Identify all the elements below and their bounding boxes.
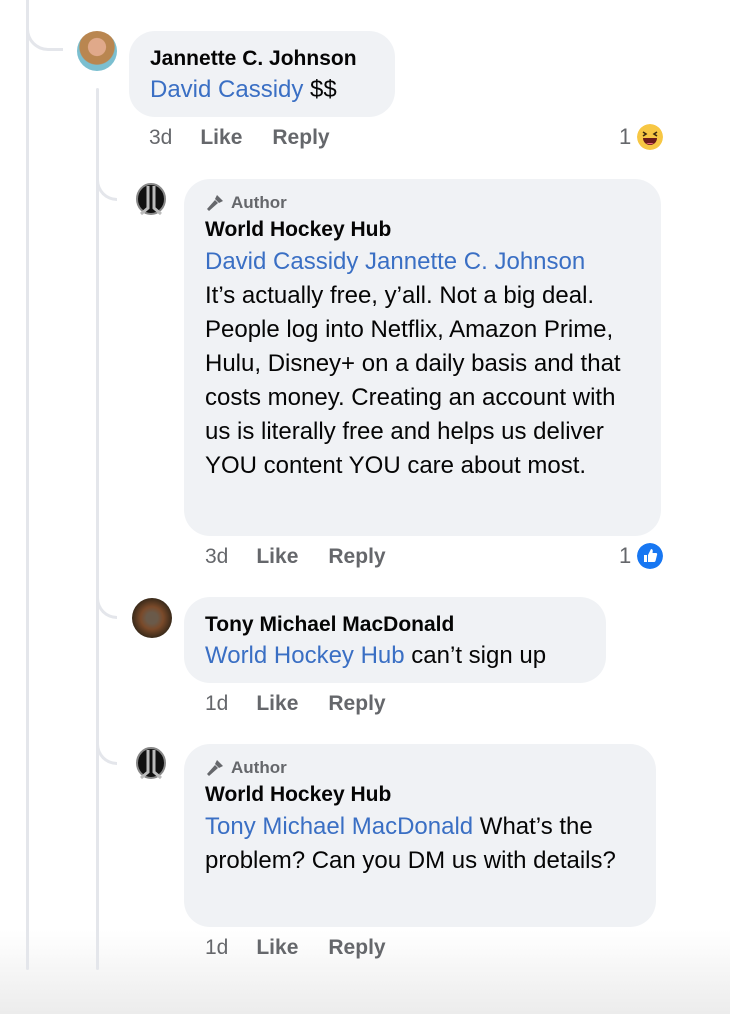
- comment-actions: 3d Like Reply: [149, 126, 360, 150]
- microphone-icon: [207, 760, 223, 776]
- comment-text: David Cassidy Jannette C. Johnson It’s a…: [205, 245, 639, 483]
- comment-actions: 3d Like Reply: [205, 545, 416, 569]
- thread-connector: [96, 578, 117, 619]
- timestamp[interactable]: 3d: [205, 545, 228, 569]
- thread-connector: [96, 160, 117, 201]
- reply-button[interactable]: Reply: [328, 936, 385, 960]
- avatar[interactable]: [132, 598, 172, 638]
- comment-bubble: Jannette C. Johnson David Cassidy $$: [129, 31, 395, 117]
- comment-text: Tony Michael MacDonald What’s the proble…: [205, 813, 616, 874]
- comment-actions: 1d Like Reply: [205, 692, 416, 716]
- thread-connector: [26, 0, 63, 51]
- like-button[interactable]: Like: [256, 692, 298, 716]
- timestamp[interactable]: 3d: [149, 126, 172, 150]
- like-button[interactable]: Like: [256, 545, 298, 569]
- like-button[interactable]: Like: [256, 936, 298, 960]
- reply-button[interactable]: Reply: [272, 126, 329, 150]
- comment-bubble: Author World Hockey Hub David Cassidy Ja…: [184, 179, 661, 536]
- comment-text: David Cassidy $$: [150, 76, 337, 103]
- reaction-count: 1: [619, 543, 632, 568]
- haha-icon: [637, 124, 664, 150]
- reply-button[interactable]: Reply: [328, 692, 385, 716]
- comment-text: World Hockey Hub can’t sign up: [205, 642, 547, 669]
- author-badge: Author: [205, 191, 639, 215]
- comment-author[interactable]: World Hockey Hub: [205, 215, 639, 245]
- comment-bubble: Tony Michael MacDonald World Hockey Hub …: [184, 597, 606, 683]
- thread-line-inner: [96, 88, 99, 970]
- mention-link[interactable]: David Cassidy Jannette C. Johnson: [205, 245, 639, 279]
- reaction-count: 1: [619, 124, 632, 149]
- mention-link[interactable]: Tony Michael MacDonald: [205, 813, 473, 840]
- page-logo-avatar[interactable]: [134, 182, 168, 218]
- reply-button[interactable]: Reply: [328, 545, 385, 569]
- like-button[interactable]: Like: [200, 126, 242, 150]
- thread-connector: [96, 724, 117, 765]
- comment-author[interactable]: Jannette C. Johnson: [150, 45, 373, 73]
- thread-line-outer: [26, 0, 29, 970]
- comment-actions: 1d Like Reply: [205, 936, 416, 960]
- comment-bubble: Author World Hockey Hub Tony Michael Mac…: [184, 744, 656, 927]
- author-badge: Author: [205, 756, 634, 780]
- page-logo-avatar[interactable]: [134, 746, 168, 782]
- reaction-summary[interactable]: 1: [619, 543, 664, 569]
- timestamp[interactable]: 1d: [205, 936, 228, 960]
- microphone-icon: [207, 195, 223, 211]
- comment-author[interactable]: Tony Michael MacDonald: [205, 611, 584, 639]
- like-icon: [637, 543, 664, 569]
- reaction-summary[interactable]: 1: [619, 124, 664, 150]
- mention-link[interactable]: World Hockey Hub: [205, 642, 405, 669]
- comment-author[interactable]: World Hockey Hub: [205, 780, 634, 810]
- avatar[interactable]: [77, 31, 117, 71]
- mention-link[interactable]: David Cassidy: [150, 76, 303, 103]
- timestamp[interactable]: 1d: [205, 692, 228, 716]
